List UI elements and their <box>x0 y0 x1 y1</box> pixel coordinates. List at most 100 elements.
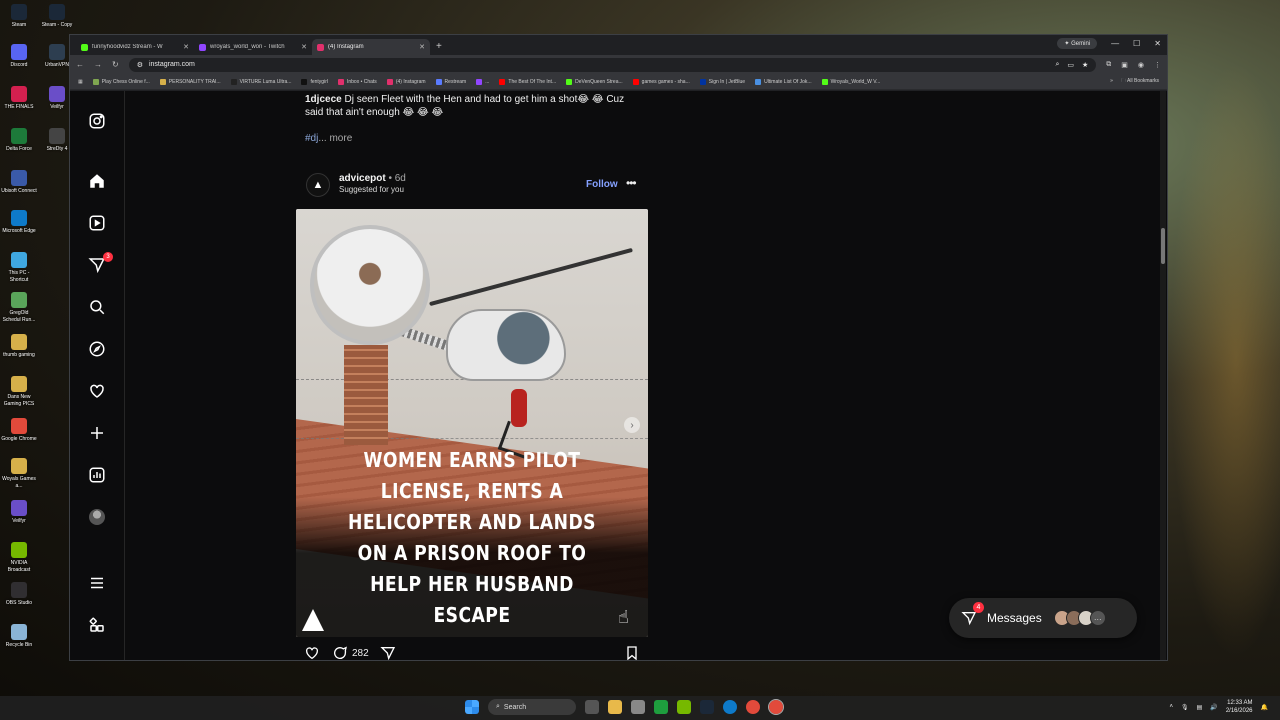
xbox-icon[interactable] <box>654 700 668 714</box>
back-icon[interactable]: ← <box>76 60 84 69</box>
caption-username[interactable]: 1djcece <box>305 94 342 105</box>
close-tab-icon[interactable]: ✕ <box>419 43 425 51</box>
apps-icon[interactable]: ▦ <box>78 79 83 85</box>
hashtag-link[interactable]: #dj <box>305 133 318 144</box>
browser-tab[interactable]: (4) Instagram ✕ <box>312 39 430 55</box>
minimize-button[interactable]: — <box>1111 39 1119 48</box>
nvidia-icon[interactable] <box>677 700 691 714</box>
desktop-icon[interactable]: Google Chrome <box>0 418 38 443</box>
desktop-icon[interactable]: THE FINALS <box>0 86 38 111</box>
bookmark-item[interactable]: Play Chess Online f... <box>92 78 150 85</box>
bookmark-item[interactable]: Ultimate List Of Jok... <box>755 78 812 85</box>
explore-icon[interactable] <box>88 340 106 358</box>
more-link[interactable]: ... more <box>318 133 352 144</box>
reload-icon[interactable]: ↻ <box>112 60 119 69</box>
star-icon[interactable]: ★ <box>1082 61 1088 69</box>
create-icon[interactable] <box>88 424 106 442</box>
forward-icon[interactable]: → <box>94 60 102 69</box>
mic-icon[interactable]: 🎙 <box>1181 704 1189 711</box>
steam-icon[interactable] <box>700 700 714 714</box>
desktop-icon[interactable]: Delta Force <box>0 128 38 153</box>
desktop-icon[interactable]: This PC - Shortcut <box>0 252 38 284</box>
desktop-icon[interactable]: GregOld Schedul Run... <box>0 292 38 324</box>
post-media[interactable]: › WOMEN EARNS PILOT LICENSE, RENTS A HEL… <box>296 209 648 637</box>
more-menu-icon[interactable] <box>88 574 106 592</box>
close-tab-icon[interactable]: ✕ <box>301 43 307 51</box>
bookmark-item[interactable]: VIRTURE Luma Ultra... <box>230 78 291 85</box>
desktop-icon[interactable]: Dans New Gaming PICS <box>0 376 38 408</box>
post-username[interactable]: advicepot <box>339 173 386 184</box>
bookmark-item[interactable]: Inbox • Chats <box>337 78 377 85</box>
tray-chevron-icon[interactable]: ˄ <box>1170 704 1174 710</box>
bookmark-item[interactable]: PERSONALITY TRAI... <box>159 78 221 85</box>
bookmark-item[interactable]: Restream <box>435 78 466 85</box>
bookmark-item[interactable]: fentygirl <box>301 78 328 85</box>
post-avatar[interactable]: ▲ <box>306 173 330 197</box>
desktop-icon[interactable]: Steam <box>0 4 38 29</box>
edge-icon[interactable] <box>723 700 737 714</box>
desktop-icon[interactable]: Woyals Games a... <box>0 458 38 490</box>
site-info-icon[interactable]: ⚙ <box>137 61 143 69</box>
menu-icon[interactable]: ⋮ <box>1154 61 1161 69</box>
search-icon[interactable] <box>88 298 106 316</box>
network-icon[interactable]: ▤ <box>1197 704 1203 711</box>
taskbar-search[interactable]: ⌕ Search <box>488 699 576 715</box>
new-tab-button[interactable]: + <box>436 41 442 52</box>
desktop-icon[interactable]: Veilfyr <box>0 500 38 525</box>
close-window-button[interactable]: ✕ <box>1154 39 1161 48</box>
browser-tab[interactable]: wroyals_world_won - Twitch ✕ <box>194 39 312 55</box>
desktop-icon[interactable]: thumb gaming <box>0 334 38 359</box>
follow-button[interactable]: Follow <box>586 179 618 190</box>
gemini-button[interactable]: ✦ Gemini <box>1057 38 1098 49</box>
save-button[interactable] <box>624 645 640 660</box>
comment-button[interactable]: 282 <box>332 645 369 660</box>
desktop-icon[interactable]: OBS Studio <box>0 582 38 607</box>
close-tab-icon[interactable]: ✕ <box>183 43 189 51</box>
instagram-logo-icon[interactable] <box>88 112 106 130</box>
all-bookmarks-button[interactable]: 🗀 All Bookmarks <box>1121 78 1159 86</box>
desktop-icon[interactable]: Ubisoft Connect <box>0 170 38 195</box>
profile-avatar[interactable] <box>88 508 106 526</box>
bookmark-item[interactable]: Sign In | JetBlue <box>699 78 745 85</box>
also-from-meta-icon[interactable] <box>88 616 106 634</box>
dashboard-icon[interactable] <box>88 466 106 484</box>
bookmark-item[interactable]: Wroyals_World_W V... <box>821 78 880 85</box>
messages-button[interactable]: 4 Messages … <box>949 598 1137 638</box>
scrollbar-thumb[interactable] <box>1161 228 1165 264</box>
heart-icon[interactable] <box>88 382 106 400</box>
like-button[interactable] <box>304 645 320 660</box>
reels-icon[interactable] <box>88 214 106 232</box>
extensions-icon[interactable]: ⧉ <box>1106 61 1111 69</box>
desktop-icon[interactable]: Steam - Copy <box>38 4 76 29</box>
maximize-button[interactable]: ☐ <box>1133 39 1140 48</box>
desktop-icon[interactable]: Discord <box>0 44 38 69</box>
desktop-icon[interactable]: Recycle Bin <box>0 624 38 649</box>
page-scrollbar[interactable] <box>1160 91 1166 660</box>
cast-icon[interactable]: ▭ <box>1067 61 1074 69</box>
desktop-icon[interactable]: NVIDIA Broadcast <box>0 542 38 574</box>
bookmark-item[interactable]: (4) Instagram <box>386 78 426 85</box>
profile-icon[interactable]: ◉ <box>1138 61 1144 69</box>
bookmark-item[interactable]: games games - sha... <box>632 78 690 85</box>
clock[interactable]: 12:33 AM 2/16/2026 <box>1226 699 1253 715</box>
task-view-icon[interactable] <box>585 700 599 714</box>
file-explorer-icon[interactable] <box>608 700 622 714</box>
zoom-icon[interactable]: ⌕ <box>1055 61 1059 69</box>
start-icon[interactable] <box>465 700 479 714</box>
post-options-button[interactable]: ••• <box>626 176 637 190</box>
settings-icon[interactable] <box>631 700 645 714</box>
chrome-icon[interactable] <box>746 700 760 714</box>
bookmark-item[interactable]: ... <box>476 78 489 85</box>
bookmark-item[interactable]: DeVenQueen Strea... <box>566 78 623 85</box>
share-button[interactable] <box>380 645 396 660</box>
notifications-icon[interactable]: 🔔 <box>1261 704 1268 711</box>
chrome-active-icon[interactable] <box>768 699 784 715</box>
desktop-icon[interactable]: Microsoft Edge <box>0 210 38 235</box>
bookmark-item[interactable]: The Best Of The Int... <box>499 78 556 85</box>
carousel-next-button[interactable]: › <box>624 417 640 433</box>
direct-messages-icon[interactable]: 3 <box>88 252 113 274</box>
address-bar[interactable]: ⚙ instagram.com ⌕ ▭ ★ <box>128 57 1097 72</box>
volume-icon[interactable]: 🔊 <box>1210 704 1217 711</box>
side-panel-icon[interactable]: ▣ <box>1121 61 1128 69</box>
browser-tab[interactable]: funnyhoodvidz Stream - W ✕ <box>76 39 194 55</box>
